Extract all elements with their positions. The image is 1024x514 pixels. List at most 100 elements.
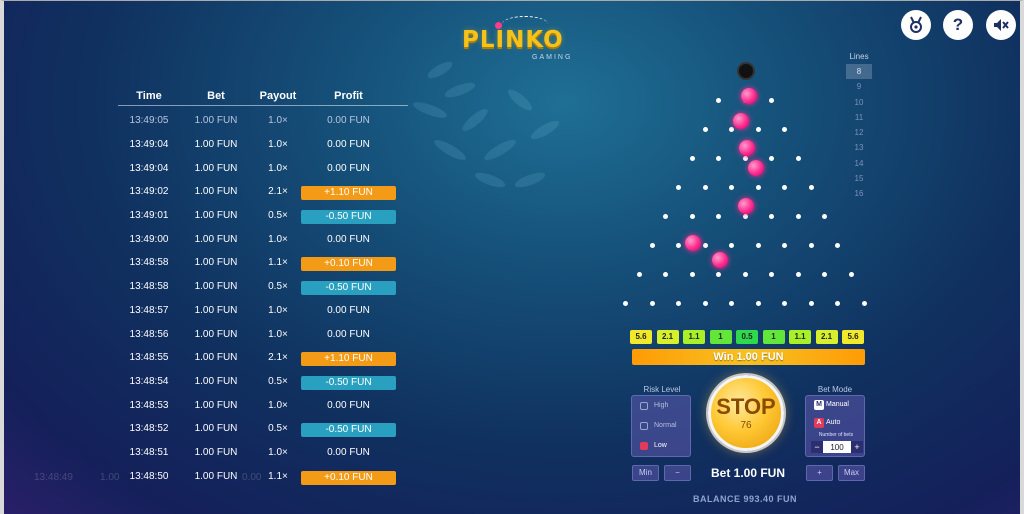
risk-level-label: Risk Level [643,385,681,394]
row-bet: 1.00 FUN [194,423,238,435]
history-row: 13:48:50 1.00 FUN 1.1× +0.10 FUN [118,465,408,489]
stop-button[interactable]: STOP 76 [708,375,784,451]
bet-mode-label: Bet Mode [817,385,853,394]
stop-count: 76 [740,419,752,431]
logo-subtitle: GAMING [532,54,573,61]
medal-button[interactable] [901,10,931,40]
lines-selector: Lines 8 9 10 11 12 13 14 15 16 [846,52,872,202]
row-profit-badge: +0.10 FUN [301,470,396,485]
multiplier-slot: 1 [762,330,785,344]
multiplier-slot: 0.5 [736,330,758,344]
row-time: 13:48:54 [129,375,169,387]
number-of-bets-label: Number of bets [818,432,854,438]
row-bet: 1.00 FUN [194,304,238,316]
mode-manual[interactable]: M Manual [806,396,864,414]
multiplier-slot: 1 [709,330,732,344]
header-profit: Profit [334,90,363,102]
balance: BALANCE 993.40 FUN [692,494,798,504]
row-bet: 1.00 FUN [194,375,238,387]
win-banner: Win 1.00 FUN [632,349,865,365]
lines-option[interactable]: 10 [846,95,872,110]
max-bet-button[interactable]: Max [838,465,865,481]
row-time: 13:48:56 [129,328,169,340]
row-payout: 1.0× [268,162,288,174]
bets-minus-button[interactable]: − [811,441,823,453]
row-bet: 1.00 FUN [194,115,238,126]
ghost-bet: 1.00 [100,472,120,483]
multiplier-slot: 1.1 [683,330,705,344]
decrease-bet-button[interactable]: − [664,465,691,481]
row-time: 13:48:58 [129,281,169,293]
history-header: Time Bet Payout Profit [118,86,408,106]
multiplier-slot: 1.1 [789,330,811,344]
lines-option[interactable]: 15 [846,171,872,186]
multiplier-slot: 2.1 [815,330,838,344]
row-profit: 0.00 FUN [327,233,370,245]
manual-badge-icon: M [814,400,824,410]
lines-option[interactable]: 13 [846,140,872,155]
mode-manual-label: Manual [826,401,849,408]
lines-option[interactable]: 14 [846,156,872,171]
history-row: 13:48:53 1.00 FUN 1.0× 0.00 FUN [118,394,408,418]
row-payout: 1.1× [268,470,288,482]
row-profit-badge: +1.10 FUN [301,186,396,201]
lines-option[interactable]: 11 [846,110,872,125]
risk-option-low[interactable]: Low [632,436,690,456]
risk-option-high[interactable]: High [632,396,690,416]
history-row: 13:49:04 1.00 FUN 1.0× 0.00 FUN [118,133,408,157]
min-bet-button[interactable]: Min [632,465,659,481]
row-bet: 1.00 FUN [194,233,238,245]
help-icon: ? [952,15,964,34]
row-profit-badge: -0.50 FUN [301,281,396,296]
row-bet: 1.00 FUN [194,186,238,198]
row-payout: 1.0× [268,399,288,411]
bets-stepper[interactable]: − 100 + [811,441,863,453]
plinko-logo: PLINKO GAMING [462,16,582,66]
row-profit: 0.00 FUN [327,115,370,126]
risk-option-normal[interactable]: Normal [632,416,690,436]
stop-label: STOP [716,393,776,419]
increase-bet-button[interactable]: + [806,465,833,481]
row-time: 13:48:55 [129,352,169,364]
risk-level-panel: High Normal Low [631,395,691,457]
row-profit-badge: +1.10 FUN [301,352,396,367]
row-bet: 1.00 FUN [194,139,238,150]
row-payout: 0.5× [268,423,288,435]
row-time: 13:48:50 [129,470,169,482]
row-payout: 1.1× [268,257,288,269]
row-payout: 1.0× [268,304,288,316]
row-profit: 0.00 FUN [327,304,370,316]
lines-option[interactable]: 8 [846,64,872,80]
history-row: 13:48:58 1.00 FUN 0.5× -0.50 FUN [118,275,408,299]
history-row: 13:49:02 1.00 FUN 2.1× +1.10 FUN [118,180,408,204]
row-payout: 1.0× [268,446,288,458]
row-bet: 1.00 FUN [194,470,238,482]
row-time: 13:48:57 [129,304,169,316]
lines-option[interactable]: 9 [846,79,872,94]
row-time: 13:48:51 [129,446,169,458]
help-button[interactable]: ? [943,10,973,40]
multiplier-slot: 5.6 [630,330,652,344]
row-profit: 0.00 FUN [327,139,370,150]
bet-history-table: Time Bet Payout Profit 13:49:05 1.00 FUN 1… [118,86,408,488]
row-payout: 1.0× [268,233,288,245]
row-time: 13:49:04 [129,139,169,150]
mode-auto[interactable]: A Auto [806,414,864,432]
history-row: 13:49:05 1.00 FUN 1.0× 0.00 FUN [118,106,408,133]
history-row: 13:48:54 1.00 FUN 0.5× -0.50 FUN [118,370,408,394]
history-row: 13:48:52 1.00 FUN 0.5× -0.50 FUN [118,417,408,441]
row-bet: 1.00 FUN [194,281,238,293]
bets-plus-button[interactable]: + [851,441,863,453]
bets-value[interactable]: 100 [823,443,851,452]
lines-option[interactable]: 16 [846,186,872,201]
lines-option[interactable]: 12 [846,125,872,140]
history-row: 13:48:56 1.00 FUN 1.0× 0.00 FUN [118,323,408,347]
row-bet: 1.00 FUN [194,399,238,411]
risk-option-label: Normal [654,422,677,429]
row-bet: 1.00 FUN [194,210,238,222]
multiplier-slot: 2.1 [656,330,679,344]
row-bet: 1.00 FUN [194,257,238,269]
header-bet: Bet [207,90,225,102]
mute-button[interactable] [986,10,1016,40]
auto-badge-icon: A [814,418,824,428]
